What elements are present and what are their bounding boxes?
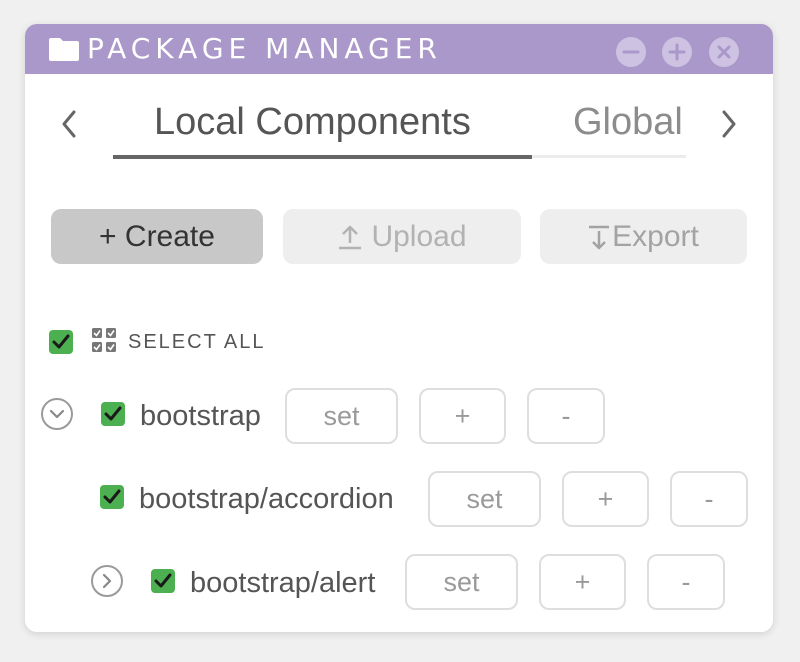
add-button[interactable]: + [419, 388, 506, 444]
tab-scroll-left-button[interactable] [54, 106, 84, 146]
minimize-icon [622, 50, 640, 54]
upload-icon [339, 225, 362, 249]
export-button[interactable]: Export [540, 209, 747, 264]
select-all-checkbox[interactable] [49, 330, 73, 354]
minimize-button[interactable] [616, 37, 646, 67]
package-manager-window: PACKAGE MANAGER Local Components Global [25, 24, 773, 632]
tab-global[interactable]: Global [573, 98, 685, 146]
checkmark-icon [104, 406, 122, 421]
title-bar[interactable]: PACKAGE MANAGER [25, 24, 773, 74]
add-button[interactable]: + [539, 554, 626, 610]
export-button-label: Export [612, 220, 699, 253]
maximize-button[interactable] [662, 37, 692, 67]
chevron-left-icon [62, 110, 76, 138]
window-title: PACKAGE MANAGER [87, 32, 442, 65]
upload-button-label: Upload [371, 220, 467, 253]
package-checkbox[interactable] [101, 402, 125, 426]
set-button[interactable]: set [285, 388, 398, 444]
chevron-down-icon [49, 409, 65, 419]
remove-button[interactable]: - [647, 554, 725, 610]
chevron-right-icon [722, 110, 736, 138]
close-icon [717, 45, 731, 59]
collapse-toggle[interactable] [41, 398, 73, 430]
checkmark-icon [154, 573, 172, 588]
upload-button[interactable]: Upload [283, 209, 521, 264]
package-checkbox[interactable] [100, 485, 124, 509]
expand-toggle[interactable] [91, 565, 123, 597]
select-all-label: SELECT ALL [128, 331, 266, 353]
remove-button[interactable]: - [527, 388, 605, 444]
package-name: bootstrap [140, 400, 261, 432]
tab-scroll-right-button[interactable] [714, 106, 744, 146]
export-icon [589, 225, 610, 249]
package-name: bootstrap/accordion [139, 483, 394, 515]
checkmark-icon [52, 334, 70, 349]
checkmark-icon [103, 489, 121, 504]
maximize-icon [668, 43, 686, 61]
close-button[interactable] [709, 37, 739, 67]
remove-button[interactable]: - [670, 471, 748, 527]
tab-local-components[interactable]: Local Components [154, 98, 471, 146]
package-name: bootstrap/alert [190, 567, 376, 599]
folder-icon [49, 38, 79, 61]
create-button-label: + Create [99, 220, 215, 253]
create-button[interactable]: + Create [51, 209, 263, 264]
add-button[interactable]: + [562, 471, 649, 527]
checklist-icon [92, 328, 116, 352]
chevron-right-icon [102, 573, 112, 589]
package-checkbox[interactable] [151, 569, 175, 593]
set-button[interactable]: set [428, 471, 541, 527]
set-button[interactable]: set [405, 554, 518, 610]
active-tab-indicator [113, 155, 532, 159]
